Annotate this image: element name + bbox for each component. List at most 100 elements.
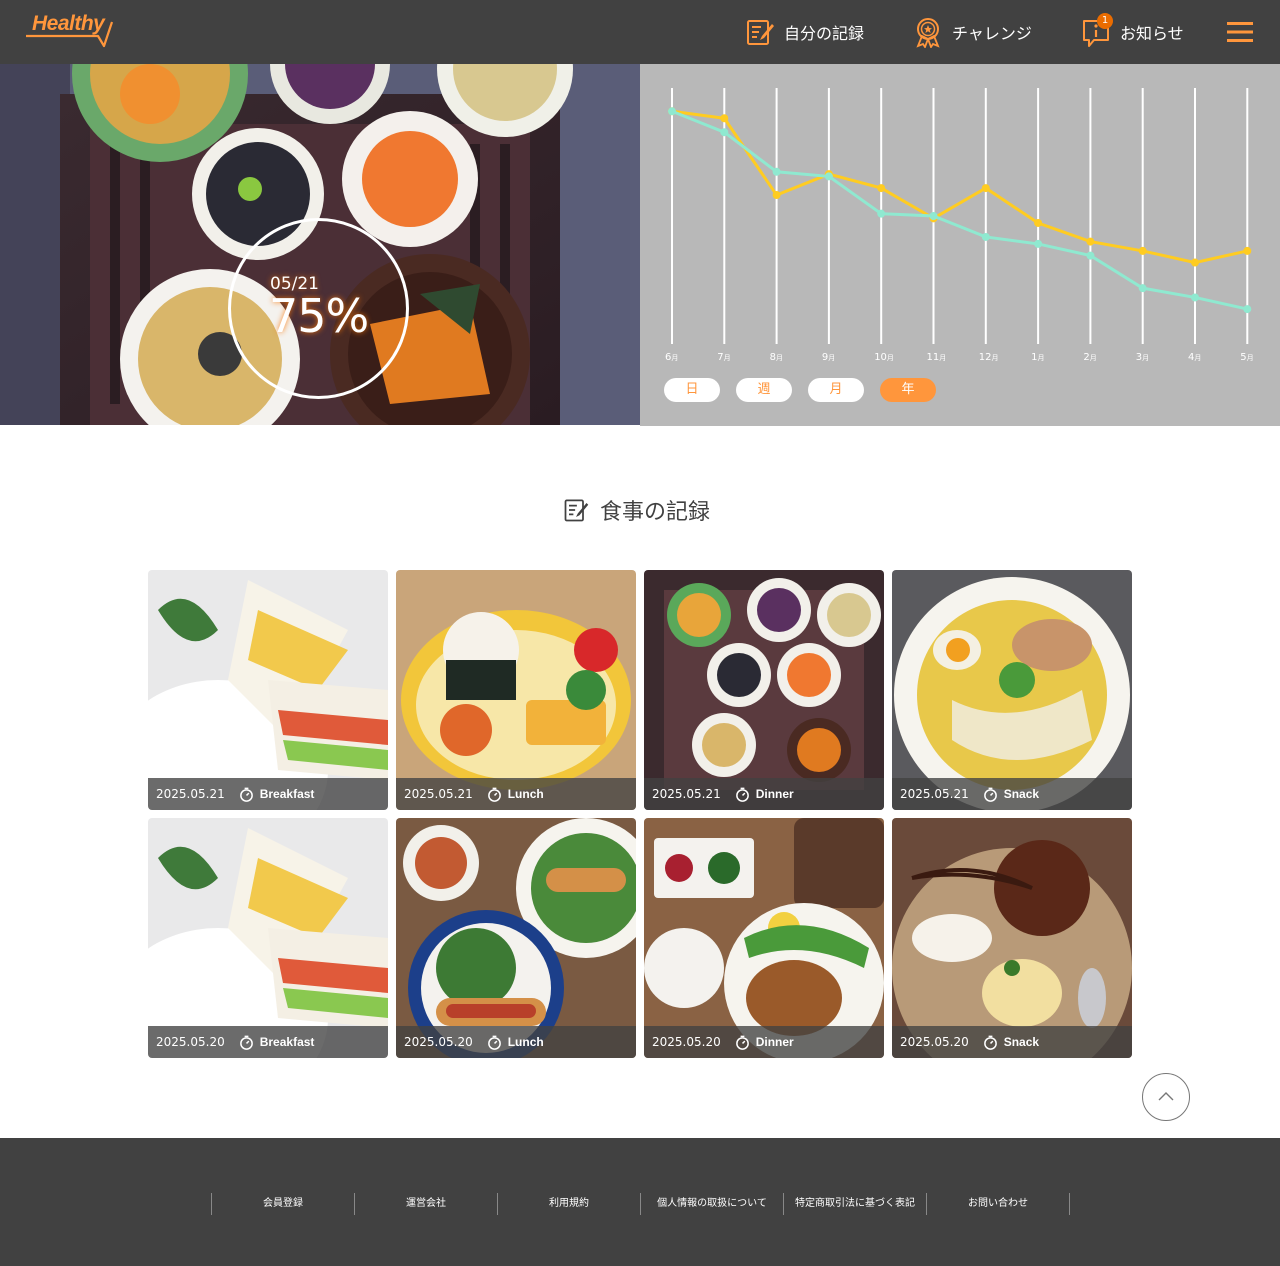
data-point [1086, 237, 1095, 246]
nav-label: お知らせ [1120, 24, 1184, 43]
timer-icon [983, 787, 997, 802]
meal-type: Dinner [755, 787, 794, 801]
nav-label: チャレンジ [952, 24, 1032, 43]
memo-icon [744, 16, 776, 48]
x-tick-label: 5月 [1240, 352, 1253, 363]
logo[interactable]: Healthy [24, 12, 114, 50]
meal-caption: 2025.05.21 Dinner [644, 778, 884, 810]
meal-type: Snack [1003, 787, 1040, 801]
data-point [877, 209, 886, 218]
x-tick-label: 2月 [1083, 352, 1096, 363]
nav-news[interactable]: 1 お知らせ [1080, 13, 1184, 50]
data-point [1191, 258, 1199, 267]
medal-icon [912, 16, 944, 49]
data-point [1243, 305, 1252, 314]
hero-meal-photo: 05/21 75% [0, 64, 640, 425]
meal-card[interactable]: 2025.05.21 Snack [892, 570, 1132, 810]
x-tick-label: 12月 [979, 352, 999, 363]
meal-type: Lunch [507, 787, 544, 801]
data-point [720, 128, 729, 137]
timer-icon [239, 787, 253, 802]
nav-challenge[interactable]: チャレンジ [912, 14, 1032, 50]
meal-photo [396, 818, 636, 1058]
footer-link-terms[interactable]: 利用規約 [498, 1193, 641, 1215]
meal-photo [644, 570, 884, 810]
footer-link-commerce[interactable]: 特定商取引法に基づく表記 [784, 1193, 927, 1215]
data-point [772, 167, 781, 176]
header: Healthy 自分の記録 チャレンジ 1 お知らせ [0, 0, 1280, 64]
meal-caption: 2025.05.21 Breakfast [148, 778, 388, 810]
footer-links: 会員登録 運営会社 利用規約 個人情報の取扱について 特定商取引法に基づく表記 … [211, 1193, 1070, 1215]
data-point [981, 184, 990, 193]
footer: 会員登録 運営会社 利用規約 個人情報の取扱について 特定商取引法に基づく表記 … [0, 1138, 1280, 1266]
data-point [1243, 246, 1252, 255]
achievement-percent: 75% [269, 289, 369, 343]
tab-year[interactable]: 年 [880, 378, 936, 402]
tab-month[interactable]: 月 [808, 378, 864, 402]
meal-card[interactable]: 2025.05.21 Breakfast [148, 570, 388, 810]
data-point [929, 212, 938, 220]
footer-link-contact[interactable]: お問い合わせ [927, 1193, 1070, 1215]
timer-icon [487, 787, 501, 802]
meal-caption: 2025.05.20 Snack [892, 1026, 1132, 1058]
chart-range-tabs: 日 週 月 年 [664, 378, 952, 402]
meal-card[interactable]: 2025.05.20 Snack [892, 818, 1132, 1058]
nav-my-record[interactable]: 自分の記録 [744, 14, 864, 50]
timer-icon [735, 1035, 749, 1050]
tab-week[interactable]: 週 [736, 378, 792, 402]
timer-icon [983, 1035, 997, 1050]
x-tick-label: 7月 [717, 352, 730, 363]
meal-card[interactable]: 2025.05.20 Dinner [644, 818, 884, 1058]
meal-date: 2025.05.20 [404, 1035, 473, 1049]
meal-type: Breakfast [259, 787, 315, 801]
data-point [720, 114, 729, 123]
meal-photo [148, 570, 388, 810]
footer-link-company[interactable]: 運営会社 [355, 1193, 498, 1215]
meal-photo [892, 818, 1132, 1058]
x-tick-label: 10月 [874, 352, 894, 363]
meal-caption: 2025.05.21 Snack [892, 778, 1132, 810]
meal-type: Snack [1003, 1035, 1040, 1049]
meal-photo [148, 818, 388, 1058]
meal-card[interactable]: 2025.05.20 Breakfast [148, 818, 388, 1058]
hamburger-icon[interactable] [1224, 16, 1256, 48]
section-title: 食事の記録 [562, 494, 710, 526]
meal-type: Lunch [507, 1035, 544, 1049]
meal-date: 2025.05.20 [156, 1035, 225, 1049]
meal-type: Breakfast [259, 1035, 315, 1049]
meal-caption: 2025.05.21 Lunch [396, 778, 636, 810]
meal-card[interactable]: 2025.05.20 Lunch [396, 818, 636, 1058]
footer-link-privacy[interactable]: 個人情報の取扱について [641, 1193, 784, 1215]
tab-day[interactable]: 日 [664, 378, 720, 402]
info-icon: 1 [1080, 13, 1113, 48]
timer-icon [735, 787, 749, 802]
data-point [1034, 218, 1043, 227]
x-tick-label: 4月 [1188, 352, 1201, 363]
meal-date: 2025.05.20 [652, 1035, 721, 1049]
line-chart: 6月 7月 8月 9月 10月 11月 12月 1月 2月 3月 4月 5月 [665, 88, 1254, 363]
memo-icon [564, 499, 589, 522]
meal-type: Dinner [755, 1035, 794, 1049]
meal-card[interactable]: 2025.05.21 Lunch [396, 570, 636, 810]
x-tick-label: 11月 [927, 352, 947, 363]
x-tick-label: 6月 [665, 352, 678, 363]
meal-date: 2025.05.21 [652, 787, 721, 801]
meal-card[interactable]: 2025.05.21 Dinner [644, 570, 884, 810]
x-tick-label: 9月 [822, 352, 835, 363]
series-line-0 [671, 109, 1248, 265]
section-title-label: 食事の記録 [600, 500, 711, 525]
logo-text: Healthy [32, 12, 105, 35]
meal-caption: 2025.05.20 Lunch [396, 1026, 636, 1058]
body-record-chart: 6月 7月 8月 9月 10月 11月 12月 1月 2月 3月 4月 5月 日 週 月 年 [640, 64, 1280, 426]
achievement-ring: 05/21 75% [227, 217, 410, 400]
meal-date: 2025.05.21 [404, 787, 473, 801]
chevron-up-icon [1158, 1092, 1174, 1101]
data-point [1138, 246, 1147, 255]
meal-caption: 2025.05.20 Dinner [644, 1026, 884, 1058]
data-point [981, 232, 990, 241]
data-point [877, 184, 886, 193]
meal-photo [644, 818, 884, 1058]
scroll-to-top-button[interactable] [1142, 1073, 1190, 1121]
footer-link-register[interactable]: 会員登録 [212, 1193, 355, 1215]
nav-label: 自分の記録 [784, 24, 865, 43]
